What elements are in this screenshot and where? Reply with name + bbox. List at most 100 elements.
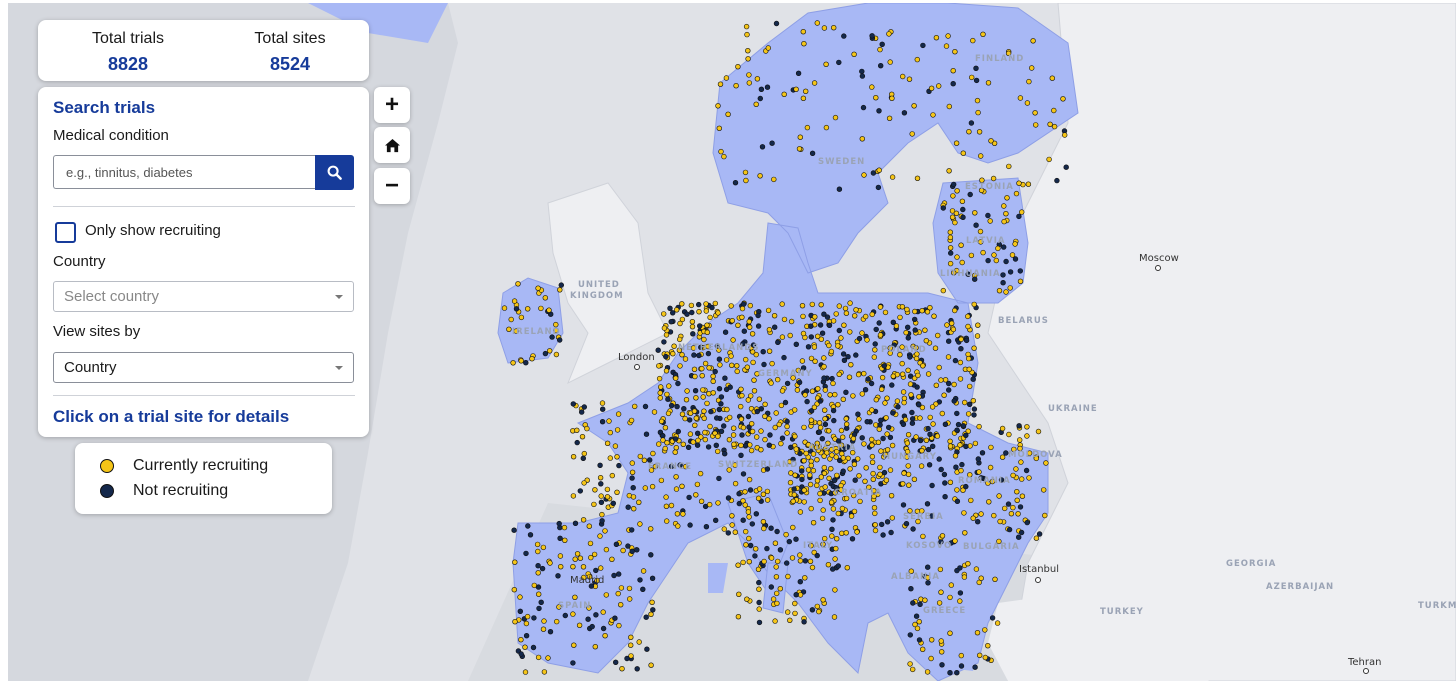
recruiting-site-marker[interactable] <box>718 148 724 155</box>
recruiting-site-marker[interactable] <box>977 228 984 235</box>
not-recruiting-site-marker[interactable] <box>829 526 835 532</box>
recruiting-site-marker[interactable] <box>982 654 988 661</box>
recruiting-site-marker[interactable] <box>730 425 737 431</box>
not-recruiting-site-marker[interactable] <box>777 547 784 553</box>
recruiting-site-marker[interactable] <box>928 655 934 662</box>
recruiting-site-marker[interactable] <box>913 355 920 362</box>
recruiting-site-marker[interactable] <box>996 493 1002 499</box>
recruiting-site-marker[interactable] <box>732 529 738 535</box>
recruiting-site-marker[interactable] <box>535 570 541 576</box>
recruiting-site-marker[interactable] <box>868 436 875 443</box>
recruiting-site-marker[interactable] <box>872 522 878 528</box>
not-recruiting-site-marker[interactable] <box>1015 534 1022 540</box>
not-recruiting-site-marker[interactable] <box>829 375 835 382</box>
recruiting-site-marker[interactable] <box>808 505 814 512</box>
recruiting-site-marker[interactable] <box>980 31 986 37</box>
not-recruiting-site-marker[interactable] <box>909 416 916 422</box>
not-recruiting-site-marker[interactable] <box>924 501 931 507</box>
recruiting-site-marker[interactable] <box>523 620 530 627</box>
not-recruiting-site-marker[interactable] <box>694 430 701 436</box>
recruiting-site-marker[interactable] <box>1042 512 1048 519</box>
not-recruiting-site-marker[interactable] <box>760 349 766 355</box>
recruiting-site-marker[interactable] <box>958 242 964 248</box>
recruiting-site-marker[interactable] <box>877 464 883 471</box>
not-recruiting-site-marker[interactable] <box>845 354 851 360</box>
not-recruiting-site-marker[interactable] <box>947 250 954 256</box>
recruiting-site-marker[interactable] <box>1033 535 1040 541</box>
recruiting-site-marker[interactable] <box>830 25 837 31</box>
recruiting-site-marker[interactable] <box>1051 107 1057 114</box>
recruiting-site-marker[interactable] <box>793 446 799 452</box>
recruiting-site-marker[interactable] <box>851 508 858 515</box>
medical-condition-input[interactable] <box>53 155 315 189</box>
not-recruiting-site-marker[interactable] <box>880 532 886 538</box>
recruiting-site-marker[interactable] <box>1006 431 1012 438</box>
recruiting-site-marker[interactable] <box>958 336 964 342</box>
recruiting-site-marker[interactable] <box>883 415 889 421</box>
recruiting-site-marker[interactable] <box>769 360 775 367</box>
not-recruiting-site-marker[interactable] <box>1000 280 1006 286</box>
recruiting-site-marker[interactable] <box>923 338 929 344</box>
recruiting-site-marker[interactable] <box>886 115 893 122</box>
not-recruiting-site-marker[interactable] <box>713 415 720 421</box>
recruiting-site-marker[interactable] <box>861 172 867 178</box>
recruiting-site-marker[interactable] <box>765 307 772 314</box>
recruiting-site-marker[interactable] <box>987 218 993 224</box>
recruiting-site-marker[interactable] <box>862 478 868 484</box>
recruiting-site-marker[interactable] <box>755 495 762 501</box>
recruiting-site-marker[interactable] <box>753 434 760 440</box>
recruiting-site-marker[interactable] <box>948 582 954 588</box>
recruiting-site-marker[interactable] <box>947 229 953 235</box>
not-recruiting-site-marker[interactable] <box>872 341 878 347</box>
recruiting-site-marker[interactable] <box>990 175 997 182</box>
recruiting-site-marker[interactable] <box>961 574 968 580</box>
recruiting-site-marker[interactable] <box>744 596 750 602</box>
not-recruiting-site-marker[interactable] <box>888 529 894 536</box>
not-recruiting-site-marker[interactable] <box>960 423 967 429</box>
not-recruiting-site-marker[interactable] <box>768 584 774 590</box>
not-recruiting-site-marker[interactable] <box>836 59 842 66</box>
recruiting-site-marker[interactable] <box>663 368 670 374</box>
recruiting-site-marker[interactable] <box>781 316 788 323</box>
recruiting-site-marker[interactable] <box>671 343 677 349</box>
not-recruiting-site-marker[interactable] <box>819 330 826 336</box>
recruiting-site-marker[interactable] <box>991 512 997 519</box>
not-recruiting-site-marker[interactable] <box>912 327 918 333</box>
recruiting-site-marker[interactable] <box>808 462 814 469</box>
not-recruiting-site-marker[interactable] <box>718 394 725 400</box>
recruiting-site-marker[interactable] <box>993 257 999 264</box>
recruiting-site-marker[interactable] <box>592 487 598 493</box>
recruiting-site-marker[interactable] <box>793 86 799 93</box>
recruiting-site-marker[interactable] <box>693 492 699 498</box>
not-recruiting-site-marker[interactable] <box>749 521 755 527</box>
recruiting-site-marker[interactable] <box>626 596 633 602</box>
recruiting-site-marker[interactable] <box>821 25 828 31</box>
recruiting-site-marker[interactable] <box>742 502 748 508</box>
not-recruiting-site-marker[interactable] <box>967 191 973 198</box>
not-recruiting-site-marker[interactable] <box>703 523 710 530</box>
not-recruiting-site-marker[interactable] <box>929 443 936 449</box>
not-recruiting-site-marker[interactable] <box>684 311 690 317</box>
recruiting-site-marker[interactable] <box>905 471 912 478</box>
recruiting-site-marker[interactable] <box>875 439 882 445</box>
recruiting-site-marker[interactable] <box>619 665 625 672</box>
recruiting-site-marker[interactable] <box>1013 466 1019 472</box>
not-recruiting-site-marker[interactable] <box>957 590 964 596</box>
not-recruiting-site-marker[interactable] <box>831 477 838 484</box>
recruiting-site-marker[interactable] <box>576 622 583 628</box>
not-recruiting-site-marker[interactable] <box>908 585 914 592</box>
not-recruiting-site-marker[interactable] <box>570 401 576 407</box>
recruiting-site-marker[interactable] <box>1026 78 1032 85</box>
recruiting-site-marker[interactable] <box>792 600 798 607</box>
not-recruiting-site-marker[interactable] <box>655 347 661 353</box>
not-recruiting-site-marker[interactable] <box>613 541 620 547</box>
recruiting-site-marker[interactable] <box>545 655 551 661</box>
recruiting-site-marker[interactable] <box>515 281 521 287</box>
recruiting-site-marker[interactable] <box>936 600 943 606</box>
recruiting-site-marker[interactable] <box>938 649 945 655</box>
recruiting-site-marker[interactable] <box>501 305 508 311</box>
recruiting-site-marker[interactable] <box>773 574 780 580</box>
recruiting-site-marker[interactable] <box>673 486 680 492</box>
not-recruiting-site-marker[interactable] <box>941 471 948 478</box>
recruiting-site-marker[interactable] <box>873 397 879 403</box>
